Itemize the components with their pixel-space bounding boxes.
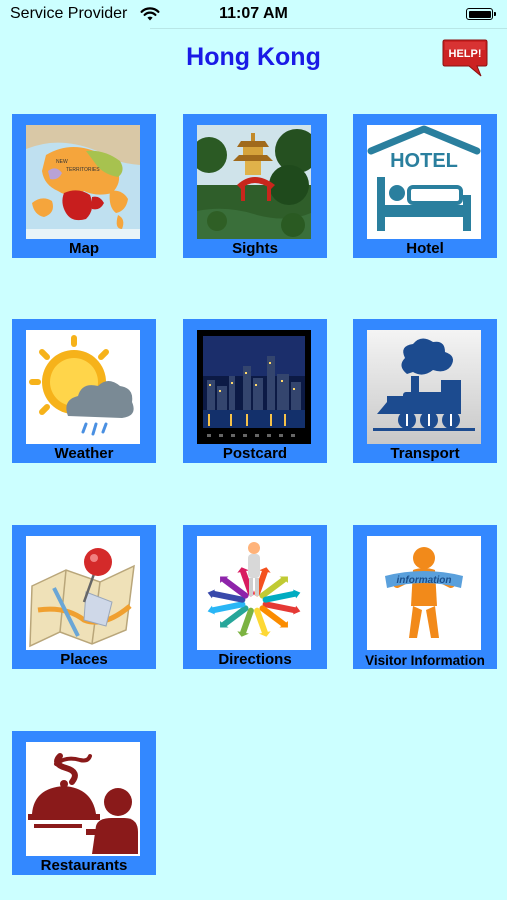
status-bar: Service Provider 11:07 AM — [0, 0, 507, 30]
svg-text:NEW: NEW — [56, 159, 68, 165]
svg-text:TERRITORIES: TERRITORIES — [66, 167, 100, 173]
waiter-cloche-icon — [26, 742, 140, 856]
status-time: 11:07 AM — [219, 5, 288, 22]
tile-transport[interactable]: Transport — [353, 319, 497, 463]
tile-map[interactable]: NEW TERRITORIES Map — [12, 114, 156, 258]
tile-label: Places — [60, 651, 108, 668]
weather-icon — [26, 330, 140, 444]
directions-arrows-icon — [197, 536, 311, 650]
battery-icon — [466, 8, 496, 20]
map-icon: NEW TERRITORIES — [26, 125, 140, 239]
tile-label: Hotel — [406, 240, 444, 257]
status-divider — [150, 28, 507, 29]
pinned-map-icon — [26, 536, 140, 650]
tile-label: Sights — [232, 240, 278, 257]
help-label: HELP! — [449, 48, 482, 60]
tile-label: Visitor Information — [365, 653, 485, 668]
tile-postcard[interactable]: Postcard — [183, 319, 327, 463]
tile-sights[interactable]: Sights — [183, 114, 327, 258]
help-button[interactable]: HELP! — [441, 36, 489, 78]
tile-label: Transport — [390, 445, 460, 462]
pagoda-photo-icon — [197, 125, 311, 239]
tile-label: Postcard — [222, 445, 288, 462]
train-icon — [367, 330, 481, 444]
hotel-bed-icon: HOTEL — [367, 125, 481, 239]
tile-weather[interactable]: Weather — [12, 319, 156, 463]
tile-hotel[interactable]: HOTEL Hotel — [353, 114, 497, 258]
hotel-icon-text: HOTEL — [390, 150, 458, 172]
tile-label: Map — [69, 240, 99, 257]
tile-directions[interactable]: Directions — [183, 525, 327, 669]
information-person-icon: information — [367, 536, 481, 650]
page-title: Hong Kong — [186, 43, 321, 71]
information-icon-text: information — [397, 575, 452, 586]
tile-label: Weather — [54, 445, 114, 462]
city-skyline-photo-icon — [197, 330, 311, 444]
tile-places[interactable]: Places — [12, 525, 156, 669]
tile-visitor-information[interactable]: information Visitor Information — [353, 525, 497, 669]
tile-restaurants[interactable]: Restaurants — [12, 731, 156, 875]
tile-label: Directions — [218, 651, 292, 668]
help-speech-bubble-icon: HELP! — [442, 39, 488, 77]
tile-label: Restaurants — [40, 857, 128, 874]
